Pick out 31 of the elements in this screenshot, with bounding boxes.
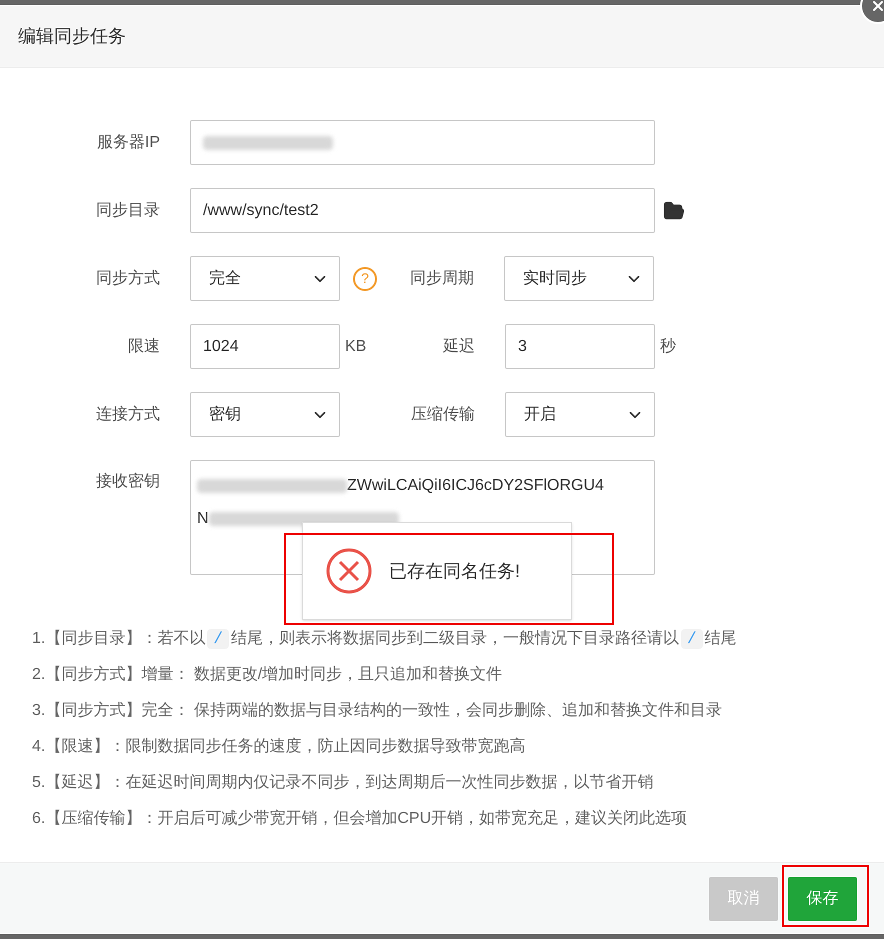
select-field[interactable]: 完全 (190, 256, 340, 301)
field-label: 接收密钥 (95, 472, 161, 492)
field-label: 压缩传输 (410, 404, 476, 424)
note-text: 1.【同步目录】：若不以 / 结尾，则表示将数据同步到二级目录，一般情况下目录路径请以 / 结尾 (32, 628, 738, 651)
input-field[interactable]: 3 (505, 324, 655, 369)
select-field[interactable]: 密钥 (190, 392, 340, 437)
unit-label: KB (344, 336, 368, 356)
field-label: 延迟 (442, 336, 476, 356)
field-label: 同步方式 (95, 268, 161, 288)
note-text: 3.【同步方式】完全： 保持两端的数据与目录结构的一致性，会同步删除、追加和替换文件和目录 (32, 700, 723, 721)
folder-icon[interactable] (663, 200, 685, 222)
note-text: 6.【压缩传输】：开启后可减少带宽开销，但会增加CPU开销，如带宽充足，建议关闭此选项 (32, 808, 688, 829)
field-label: 服务器IP (96, 132, 161, 152)
field-label: 限速 (127, 336, 161, 356)
note-text: 5.【延迟】：在延迟时间周期内仅记录不同步，到达周期后一次性同步数据，以节省开销 (32, 772, 654, 793)
unit-label: 秒 (659, 336, 676, 356)
field-label: 连接方式 (95, 404, 161, 424)
key-text: N (197, 509, 209, 529)
ip-input-field[interactable] (190, 120, 655, 165)
key-text: ZWwiLCAiQiI6ICJ6cDY2SFlORGU4 (347, 476, 604, 496)
input-field[interactable]: 1024 (190, 324, 340, 369)
input-field[interactable]: /www/sync/test2 (190, 188, 655, 233)
error-icon (325, 547, 373, 595)
note-text: 2.【同步方式】增量： 数据更改/增加时同步，且只追加和替换文件 (32, 664, 504, 685)
dialog-title: 编辑同步任务 (18, 24, 126, 48)
field-label: 同步周期 (409, 268, 475, 288)
close-icon (870, 0, 884, 14)
select-field[interactable]: 开启 (505, 392, 655, 437)
note-text: 4.【限速】：限制数据同步任务的速度，防止因同步数据导致带宽跑高 (32, 736, 526, 757)
field-label: 同步目录 (95, 200, 161, 220)
select-field[interactable]: 实时同步 (504, 256, 654, 301)
